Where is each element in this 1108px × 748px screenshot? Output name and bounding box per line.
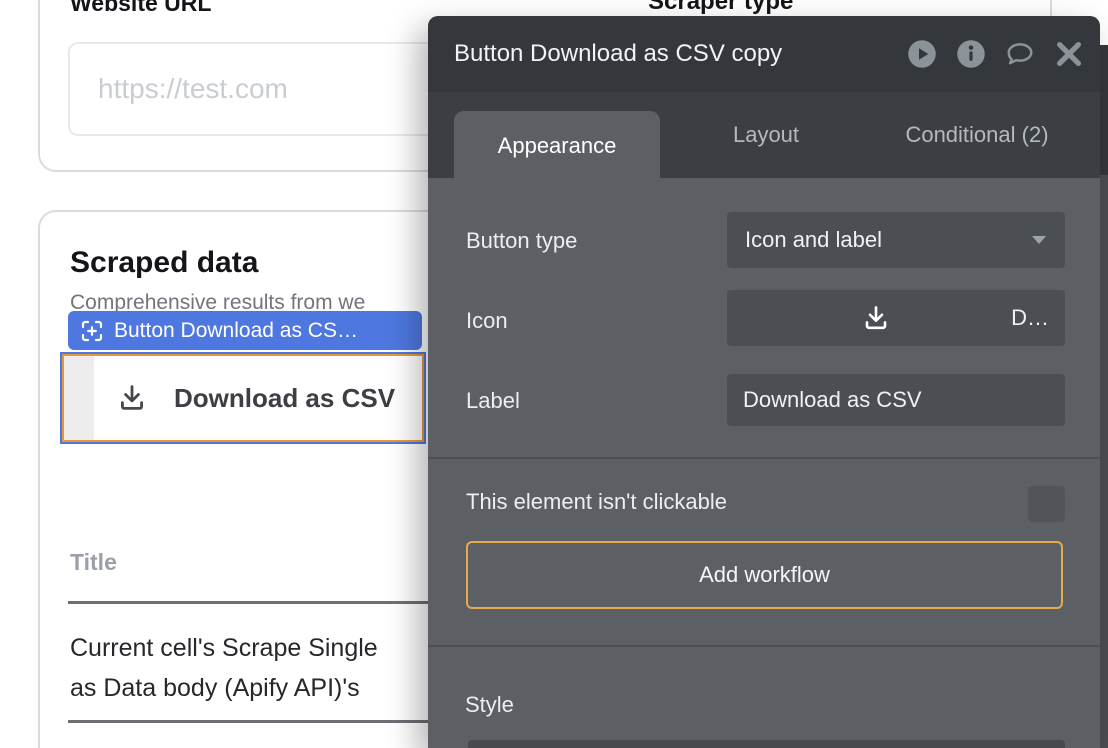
tab-conditional[interactable]: Conditional (2) (867, 92, 1087, 178)
button-left-strip (64, 356, 94, 440)
website-url-label: Website URL (70, 0, 211, 17)
icon-picker[interactable]: D… (727, 290, 1065, 346)
panel-header-icons (907, 39, 1084, 69)
not-clickable-note: This element isn't clickable (466, 489, 727, 515)
label-input[interactable] (727, 374, 1065, 426)
icon-field-label: Icon (466, 308, 508, 334)
clickable-checkbox[interactable] (1028, 486, 1065, 522)
download-icon (116, 382, 148, 414)
close-icon[interactable] (1054, 39, 1084, 69)
table-divider-bottom (68, 720, 428, 723)
button-type-dropdown[interactable]: Icon and label (727, 212, 1065, 268)
section-divider (428, 457, 1100, 459)
selection-badge-label: Button Download as CS… (114, 319, 358, 343)
preview-play-icon[interactable] (907, 39, 937, 69)
info-icon[interactable] (956, 39, 986, 69)
section-divider (428, 645, 1100, 647)
download-icon (861, 303, 891, 333)
bubble-editor-screen: Website URL Scraper type Scraped data Co… (0, 0, 1108, 748)
panel-body: Button type Icon and label Icon D… Label… (428, 178, 1100, 748)
style-section-label: Style (465, 692, 514, 718)
style-dropdown[interactable] (468, 740, 1065, 748)
chevron-down-icon (1031, 235, 1047, 245)
add-workflow-button[interactable]: Add workflow (466, 541, 1063, 609)
button-type-value: Icon and label (745, 227, 882, 253)
button-type-label: Button type (466, 228, 577, 254)
background-window-header-sliver (1100, 45, 1108, 175)
panel-tab-bar: Appearance Layout Conditional (2) (428, 92, 1100, 178)
table-divider-top (68, 601, 428, 604)
comment-icon[interactable] (1005, 39, 1035, 69)
cell-expression-line1: Current cell's Scrape Single (70, 628, 378, 668)
element-select-icon (80, 319, 104, 343)
label-field-label: Label (466, 388, 520, 414)
download-csv-button-label: Download as CSV (174, 383, 395, 414)
cell-expression-line2: as Data body (Apify API)'s (70, 668, 378, 708)
background-window-body-sliver (1100, 175, 1108, 748)
property-editor-panel: Button Download as CSV copy (428, 16, 1100, 748)
scraped-data-title: Scraped data (70, 246, 258, 280)
selection-badge[interactable]: Button Download as CS… (68, 311, 422, 350)
tab-appearance[interactable]: Appearance (454, 111, 660, 178)
download-csv-button-selected[interactable]: Download as CSV (60, 352, 426, 444)
icon-picker-value: D… (1011, 305, 1049, 331)
table-cell-expression: Current cell's Scrape Single as Data bod… (70, 628, 378, 708)
panel-title: Button Download as CSV copy (454, 40, 907, 68)
table-column-header: Title (70, 549, 117, 576)
selection-outline: Download as CSV (62, 354, 424, 442)
panel-header: Button Download as CSV copy (428, 16, 1100, 92)
scraper-type-label: Scraper type (648, 0, 793, 16)
tab-layout[interactable]: Layout (678, 92, 854, 178)
